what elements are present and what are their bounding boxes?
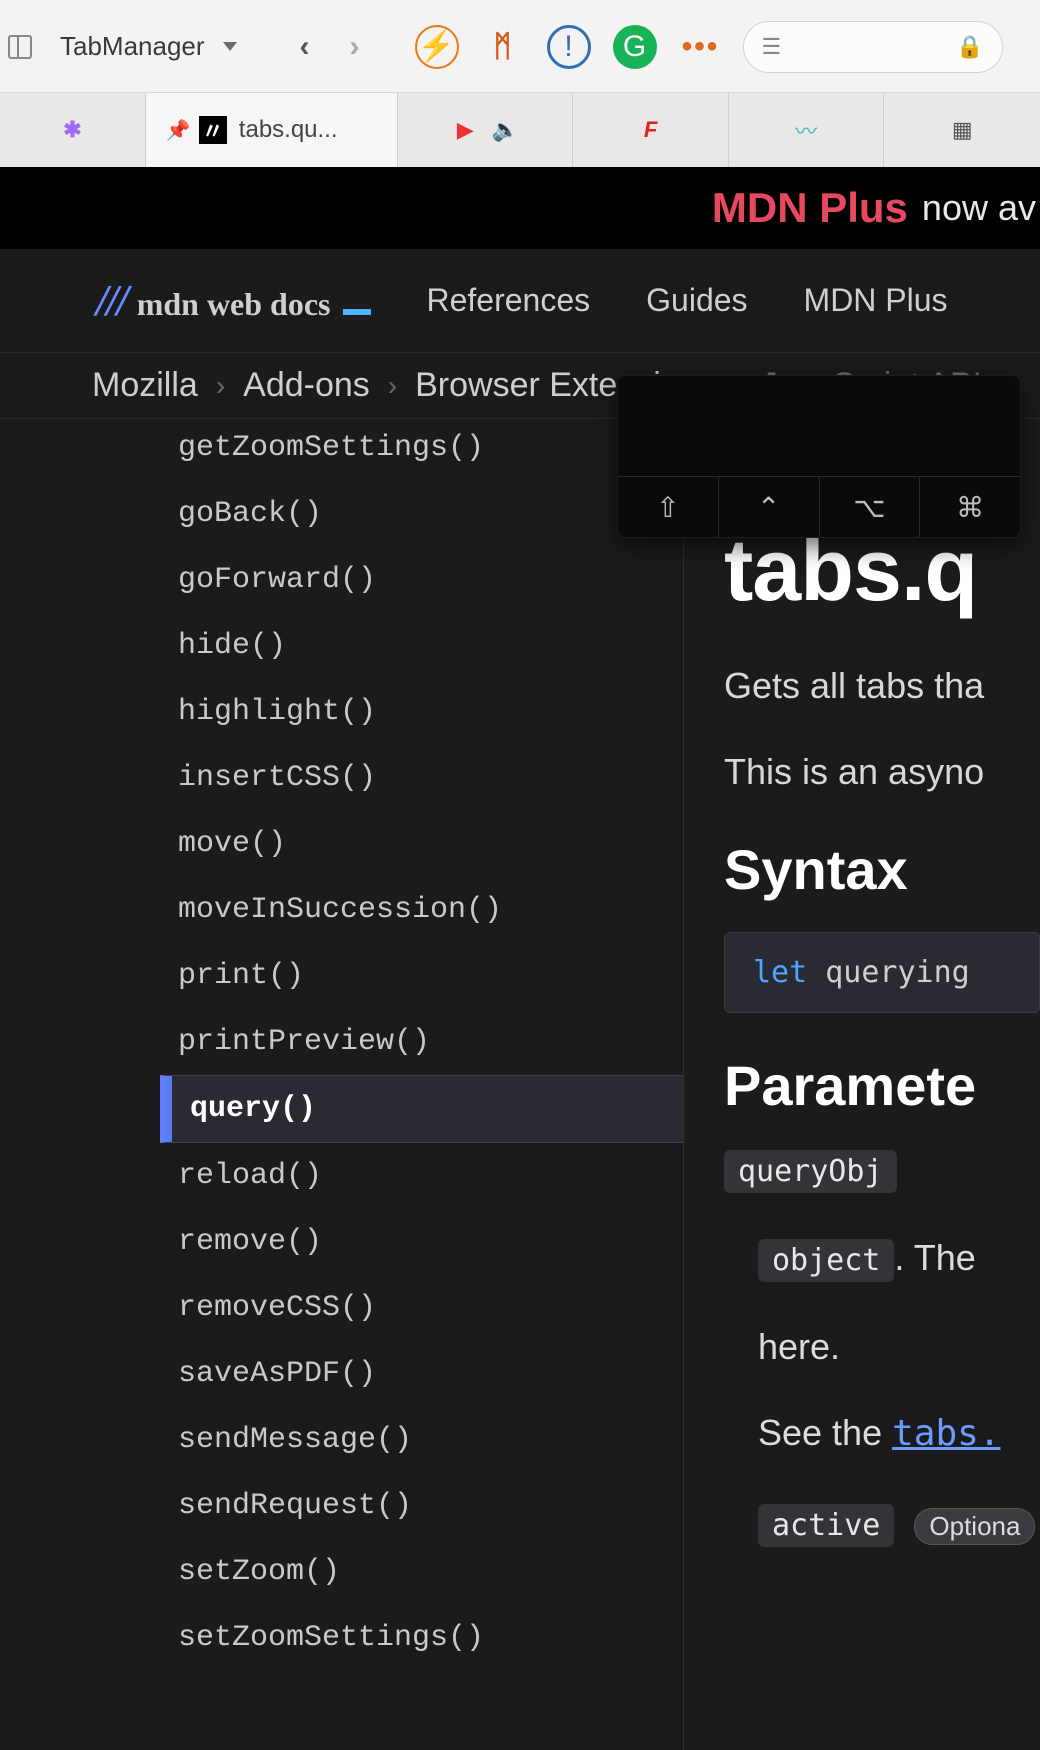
param-text: . The [894,1237,975,1278]
modifier-key-shift[interactable]: ⇧ [618,477,719,537]
sidebar-item[interactable]: insertCSS() [0,745,683,811]
sidebar-item[interactable]: setZoomSettings() [0,1605,683,1671]
window-layout-icon[interactable] [8,35,32,59]
extension-icon-m[interactable]: ᛗ [481,25,525,69]
sidebar-item-active[interactable]: query() [160,1075,683,1143]
modifier-key-control[interactable]: ⌃ [719,477,820,537]
nav-forward-button[interactable]: › [333,25,377,69]
param-name: queryObj [724,1150,897,1193]
sidebar-item[interactable]: reload() [0,1143,683,1209]
param-name-active: active [758,1504,894,1547]
browser-tab-title: tabs.qu... [239,116,338,144]
browser-tab[interactable]: ▶ 🔈 [398,93,573,167]
browser-tab[interactable]: 〰 [729,93,885,167]
sidebar-item[interactable]: printPreview() [0,1009,683,1075]
nav-guides[interactable]: Guides [646,282,747,319]
keyboard-overlay: ⇧ ⌃ ⌥ ⌘ [617,375,1021,538]
youtube-favicon-icon: ▶ [451,116,479,144]
see-the-text: See the [758,1412,892,1453]
breadcrumb-item[interactable]: Add-ons [243,366,370,405]
sidebar-item[interactable]: saveAsPDF() [0,1341,683,1407]
optional-badge: Optiona [914,1508,1035,1545]
mdn-logo-mark-icon: /// [96,275,127,326]
sidebar-item[interactable]: sendMessage() [0,1407,683,1473]
breadcrumb-item[interactable]: Mozilla [92,366,198,405]
app-favicon-icon: ▦ [948,116,976,144]
tab-manager-dropdown[interactable]: TabManager [46,24,251,70]
sidebar-item[interactable]: removeCSS() [0,1275,683,1341]
extension-icon-more[interactable]: ••• [679,25,723,69]
modifier-key-option[interactable]: ⌥ [820,477,921,537]
code-block: let querying [724,932,1040,1013]
nav-references[interactable]: References [427,282,591,319]
browser-tabstrip: ✱ 📌 〃 tabs.qu... ▶ 🔈 F 〰 ▦ [0,93,1040,167]
browser-toolbar: TabManager ‹ › ⚡ ᛗ ! G ••• ☰ 🔒 [0,0,1040,93]
mdn-logo-text: mdn web docs [137,286,331,323]
lock-icon: 🔒 [956,34,983,60]
extension-icon-bolt[interactable]: ⚡ [415,25,459,69]
chevron-right-icon: › [216,370,225,402]
tailwind-favicon-icon: 〰 [792,116,820,144]
mdn-plus-banner[interactable]: MDN Plus now av [0,167,1040,249]
extension-icon-clock[interactable]: ! [547,25,591,69]
sidebar-item[interactable]: hide() [0,613,683,679]
sidebar-item[interactable]: setZoom() [0,1539,683,1605]
param-text: here. [758,1326,1040,1368]
api-sidebar: getZoomSettings()goBack()goForward()hide… [0,419,684,1750]
sidebar-item[interactable]: goBack() [0,481,683,547]
param-type: object [758,1239,894,1282]
sidebar-item[interactable]: goForward() [0,547,683,613]
browser-tab[interactable]: ✱ [0,93,146,167]
article-body: tabs.q Gets all tabs tha This is an asyn… [684,419,1040,1750]
overlay-content [618,376,1020,476]
url-bar[interactable]: ☰ 🔒 [743,21,1003,73]
browser-tab-active[interactable]: 📌 〃 tabs.qu... [146,93,399,167]
section-heading-syntax: Syntax [724,837,1040,902]
f1-favicon-icon: F [637,116,665,144]
section-heading-parameters: Paramete [724,1053,1040,1118]
pin-icon: 📌 [166,118,191,143]
sidebar-item[interactable]: getZoomSettings() [0,419,683,481]
sidebar-item[interactable]: remove() [0,1209,683,1275]
mdn-logo-underscore-icon [343,309,371,315]
mdn-top-nav: /// mdn web docs References Guides MDN P… [0,249,1040,353]
article-intro: Gets all tabs tha [724,665,1040,707]
sidebar-item[interactable]: sendRequest() [0,1473,683,1539]
tab-manager-label: TabManager [60,31,205,62]
sidebar-item[interactable]: print() [0,943,683,1009]
asterisk-favicon-icon: ✱ [58,116,86,144]
article-intro: This is an asyno [724,751,1040,793]
browser-tab[interactable]: F [573,93,729,167]
tabs-link[interactable]: tabs. [892,1413,1000,1454]
sidebar-item[interactable]: move() [0,811,683,877]
browser-tab[interactable]: ▦ [884,93,1040,167]
modifier-key-command[interactable]: ⌘ [920,477,1020,537]
mdn-plus-brand: MDN Plus [712,184,908,232]
chevron-right-icon: › [388,370,397,402]
mdn-logo[interactable]: /// mdn web docs [96,275,371,326]
nav-back-button[interactable]: ‹ [283,25,327,69]
mute-icon: 🔈 [491,116,519,144]
mdn-favicon-icon: 〃 [199,116,227,144]
sidebar-item[interactable]: highlight() [0,679,683,745]
reader-icon[interactable]: ☰ [762,34,782,60]
extension-icon-grammarly[interactable]: G [613,25,657,69]
code-keyword: let [753,955,807,990]
sidebar-item[interactable]: moveInSuccession() [0,877,683,943]
mdn-plus-banner-text: now av [922,187,1036,229]
code-text: querying [807,955,970,990]
nav-mdn-plus[interactable]: MDN Plus [804,282,948,319]
